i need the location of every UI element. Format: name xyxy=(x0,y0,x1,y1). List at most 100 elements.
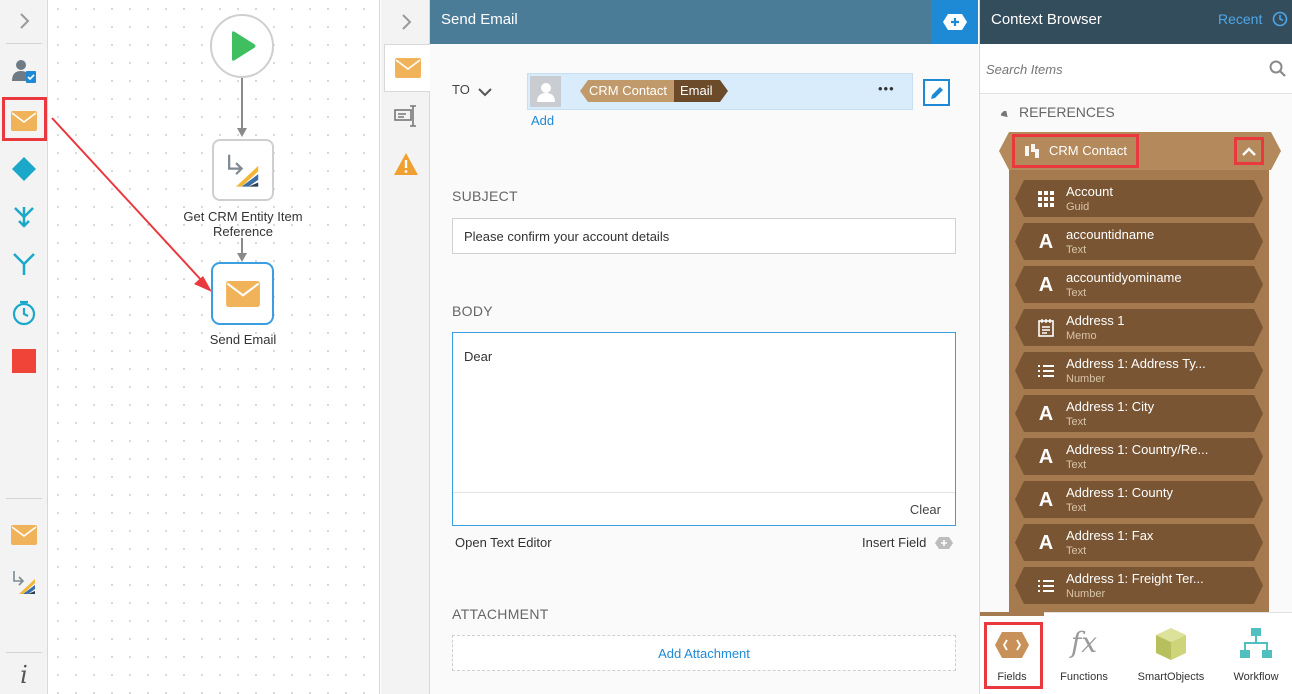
end-icon[interactable] xyxy=(5,342,43,380)
tab-smartobjects[interactable]: SmartObjects xyxy=(1130,612,1212,694)
field-name: Address 1: City xyxy=(1066,399,1155,414)
clock-icon[interactable] xyxy=(1272,11,1288,30)
field-type: Text xyxy=(1066,287,1087,299)
tab-email-settings[interactable] xyxy=(384,44,430,92)
field-name: Address 1: Fax xyxy=(1066,528,1154,543)
references-tree: REFERENCES CRM Contact Account Guid Aaccou… xyxy=(980,94,1292,612)
field-name: accountidyominame xyxy=(1066,270,1182,285)
subject-input[interactable]: Please confirm your account details xyxy=(452,218,956,254)
timer-icon[interactable] xyxy=(5,294,43,332)
recipient-field[interactable]: CRM Contact Email ••• xyxy=(527,73,913,110)
clear-body-button[interactable]: Clear xyxy=(910,502,941,517)
tab-workflow[interactable]: Workflow xyxy=(1220,612,1292,694)
reference-field-item[interactable]: Aaccountidyominame Text xyxy=(1015,266,1263,303)
to-expand-icon[interactable] xyxy=(478,86,492,101)
add-icon xyxy=(942,14,967,30)
insert-field-icon[interactable] xyxy=(935,537,953,552)
decision-icon[interactable] xyxy=(5,150,43,188)
field-name: Address 1: Address Ty... xyxy=(1066,356,1206,371)
text-icon: A xyxy=(1038,488,1054,511)
text-icon: A xyxy=(1038,273,1054,296)
attachment-label: ATTACHMENT xyxy=(452,606,549,622)
workflow-icon xyxy=(1240,628,1272,658)
reference-field-item[interactable]: A Address 1: County Text xyxy=(1015,481,1263,518)
pencil-icon xyxy=(930,86,943,99)
tab-functions[interactable]: fx Functions xyxy=(1048,612,1120,694)
fields-tab-highlight xyxy=(984,622,1043,689)
field-name: Account xyxy=(1066,184,1113,199)
token-reference-label: CRM Contact xyxy=(589,83,668,98)
edit-recipient-button[interactable] xyxy=(923,79,950,106)
body-input[interactable]: Dear Clear xyxy=(452,332,956,526)
reference-field-item[interactable]: Address 1: Freight Ter... Number xyxy=(1015,567,1263,604)
collapse-reference-button[interactable] xyxy=(1234,137,1264,165)
chevron-up-icon xyxy=(1242,146,1256,156)
grid-icon xyxy=(1035,188,1057,210)
body-value: Dear xyxy=(464,349,493,364)
split-icon[interactable] xyxy=(5,198,43,236)
warning-icon xyxy=(393,153,418,175)
search-input[interactable] xyxy=(986,56,1256,82)
crm-entity-icon xyxy=(228,154,259,187)
reference-field-item[interactable]: Address 1: Address Ty... Number xyxy=(1015,352,1263,389)
insert-field-link[interactable]: Insert Field xyxy=(862,535,926,550)
tab-properties[interactable] xyxy=(385,94,426,138)
text-icon: A xyxy=(1038,402,1054,425)
recent-crm-entity-icon[interactable] xyxy=(5,563,43,601)
search-icon[interactable] xyxy=(1269,60,1287,81)
add-recipient-link[interactable]: Add xyxy=(531,113,554,128)
body-label: BODY xyxy=(452,303,493,319)
field-type: Text xyxy=(1066,459,1087,471)
email-icon xyxy=(225,280,260,307)
collapse-references-icon[interactable] xyxy=(999,107,1010,122)
connector-lines xyxy=(51,78,247,292)
field-type: Number xyxy=(1066,373,1106,385)
add-attachment-button[interactable]: Add Attachment xyxy=(452,635,956,671)
field-type: Memo xyxy=(1066,330,1097,342)
open-text-editor-link[interactable]: Open Text Editor xyxy=(455,535,552,550)
tab-warnings[interactable] xyxy=(385,142,426,186)
get-crm-entity-node[interactable] xyxy=(212,139,274,201)
collapse-panel-icon[interactable] xyxy=(385,0,426,44)
memo-icon xyxy=(1035,317,1057,339)
recent-link[interactable]: Recent xyxy=(1218,11,1262,27)
email-tab-icon xyxy=(394,58,421,78)
start-node[interactable] xyxy=(210,14,274,78)
field-type: Text xyxy=(1066,416,1087,428)
field-name: Address 1: Country/Re... xyxy=(1066,442,1209,457)
add-panel-button[interactable] xyxy=(931,0,978,44)
recent-send-email-icon[interactable] xyxy=(5,516,43,554)
more-options-icon[interactable]: ••• xyxy=(878,81,895,96)
text-icon: A xyxy=(1038,531,1054,554)
number-icon xyxy=(1035,360,1057,382)
expand-toolbox-icon[interactable] xyxy=(5,2,43,40)
crm-contact-reference[interactable]: CRM Contact xyxy=(999,132,1281,170)
send-email-label: Send Email xyxy=(209,332,277,347)
reference-field-item[interactable]: A Address 1: City Text xyxy=(1015,395,1263,432)
references-label: REFERENCES xyxy=(1019,104,1115,120)
token-field-label: Email xyxy=(680,83,713,98)
text-icon: A xyxy=(1038,445,1054,468)
smartobjects-icon xyxy=(1156,628,1186,660)
field-type: Number xyxy=(1066,588,1106,600)
subject-value: Please confirm your account details xyxy=(464,229,670,244)
reference-field-item[interactable]: A Address 1: Country/Re... Text xyxy=(1015,438,1263,475)
workflow-canvas[interactable]: Get CRM Entity Item Reference Send Email xyxy=(49,0,380,694)
merge-icon[interactable] xyxy=(5,245,43,283)
user-task-icon[interactable] xyxy=(5,52,43,90)
reference-field-item[interactable]: Address 1 Memo xyxy=(1015,309,1263,346)
reference-field-item[interactable]: Account Guid xyxy=(1015,180,1263,217)
reference-field-item[interactable]: Aaccountidname Text xyxy=(1015,223,1263,260)
panel-header: Send Email xyxy=(430,0,978,44)
info-icon[interactable]: i xyxy=(5,656,43,694)
number-icon xyxy=(1035,575,1057,597)
field-type: Text xyxy=(1066,502,1087,514)
search-bar[interactable] xyxy=(980,44,1292,94)
context-browser-header: Context Browser Recent xyxy=(980,0,1292,44)
field-name: Address 1 xyxy=(1066,313,1125,328)
reference-field-item[interactable]: A Address 1: Fax Text xyxy=(1015,524,1263,561)
get-crm-entity-label: Get CRM Entity Item Reference xyxy=(183,209,303,239)
properties-icon xyxy=(393,105,416,127)
send-email-node[interactable] xyxy=(211,262,274,325)
subject-label: SUBJECT xyxy=(452,188,518,204)
